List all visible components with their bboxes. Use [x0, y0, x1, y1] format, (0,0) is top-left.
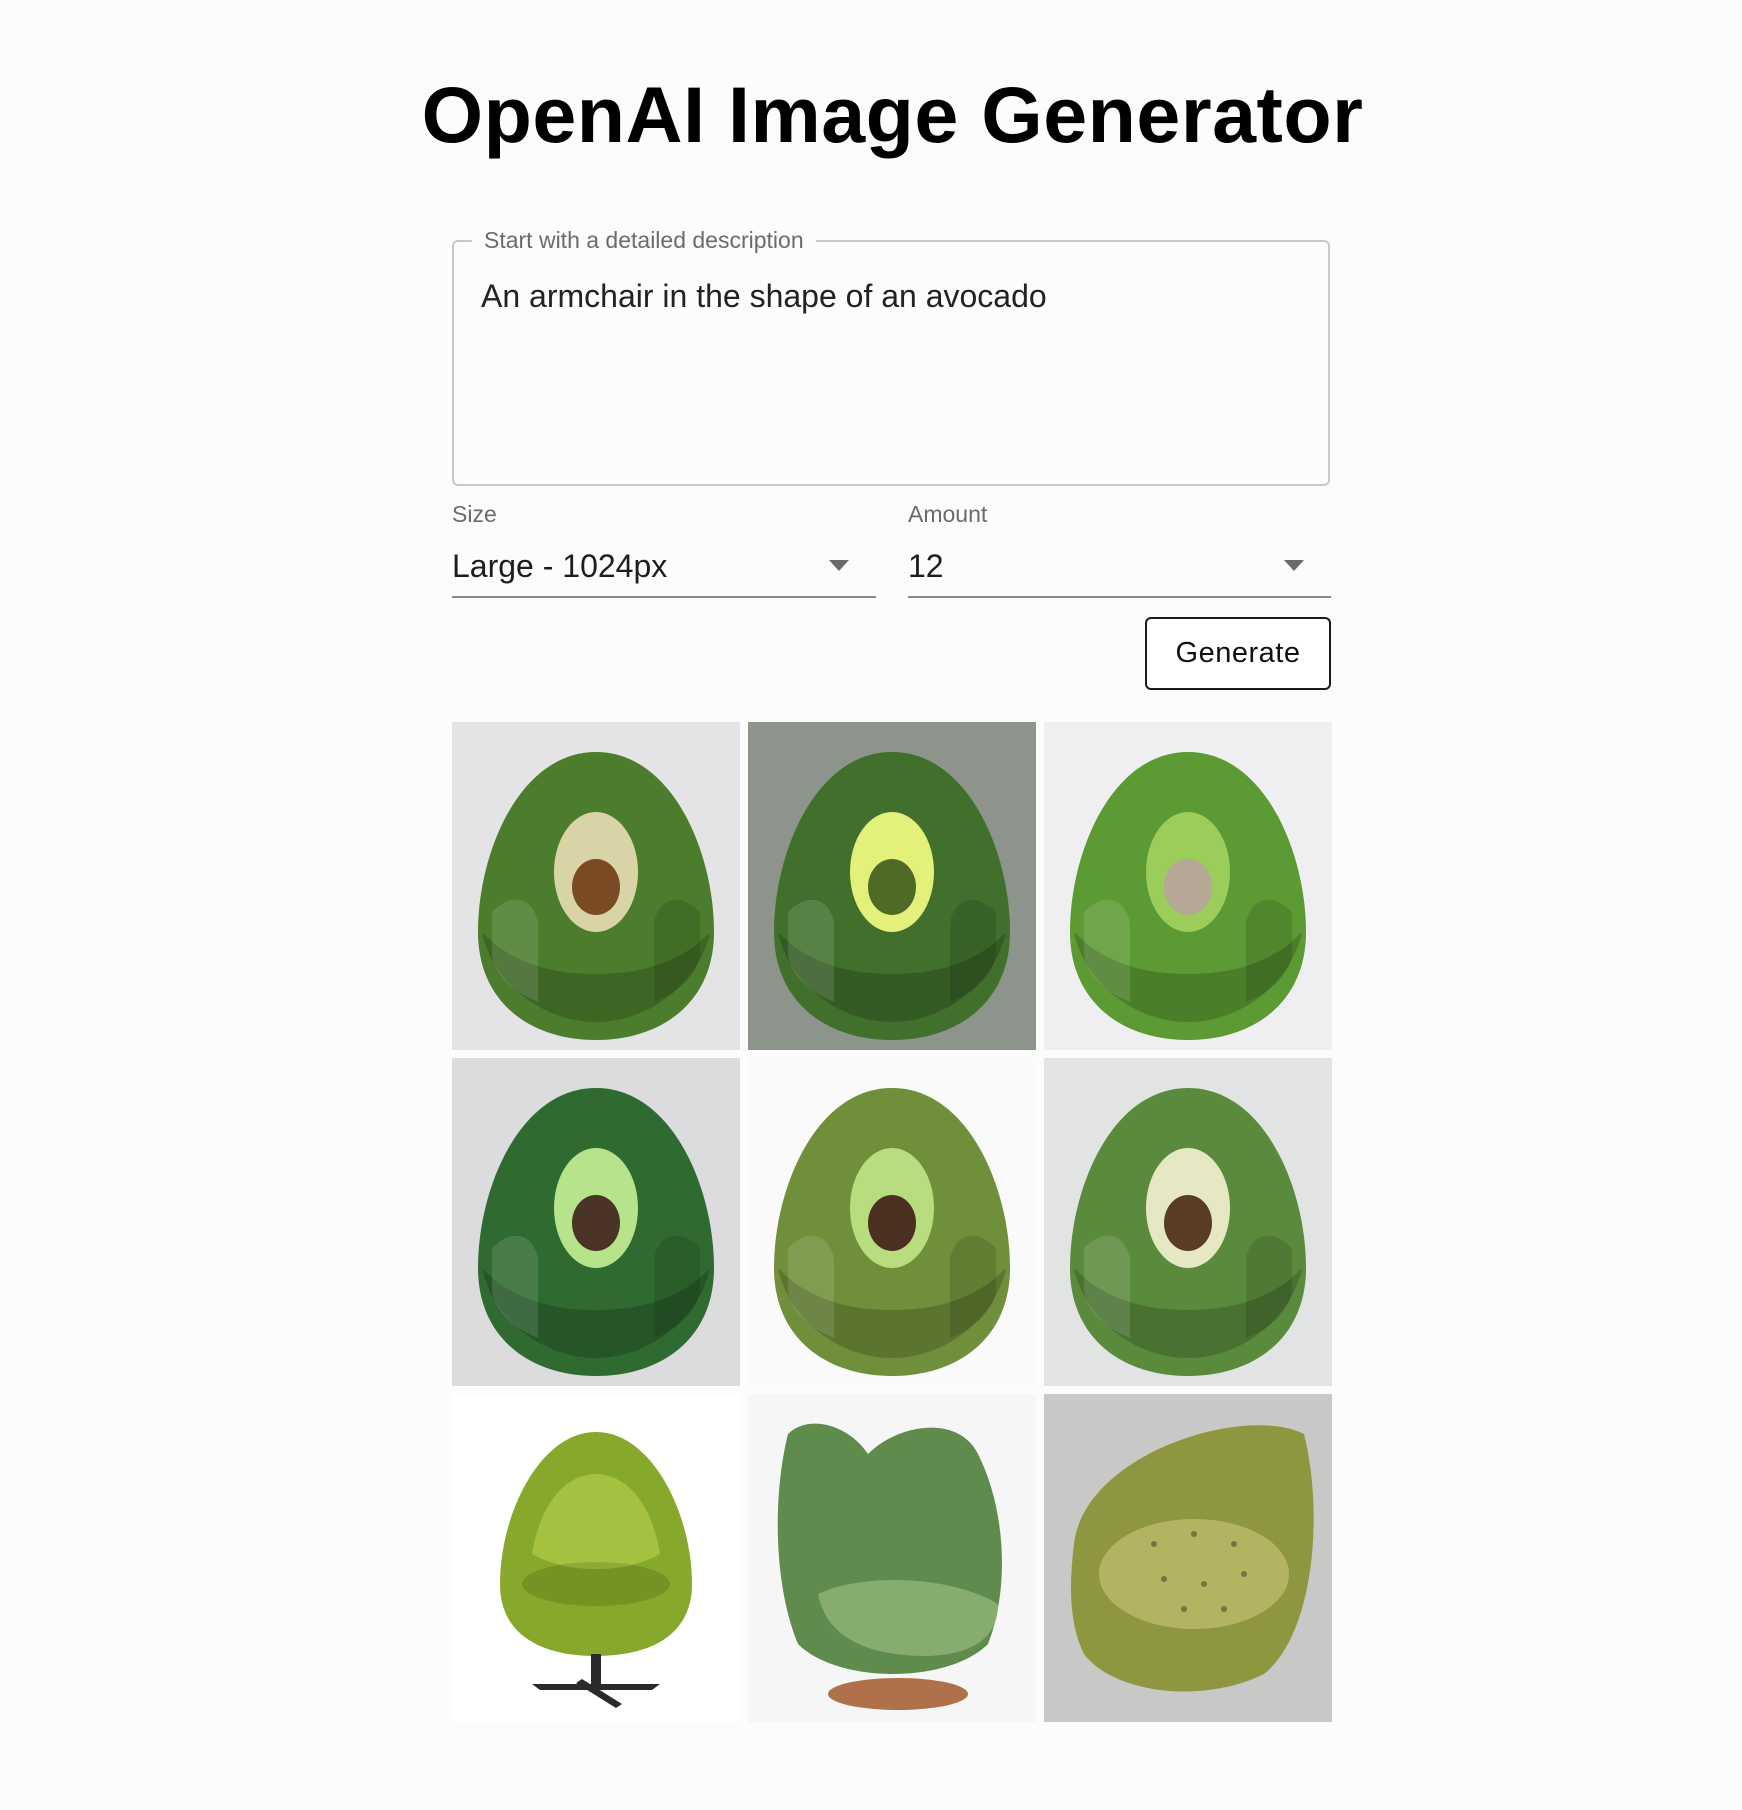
egg-armchair-image [452, 1394, 740, 1722]
page-title: OpenAI Image Generator [421, 70, 1364, 159]
avocado-armchair-image [1044, 1058, 1332, 1386]
wingback-armchair-image [748, 1394, 1036, 1722]
avocado-armchair-image [452, 1058, 740, 1386]
result-image[interactable] [1044, 722, 1332, 1050]
avocado-armchair-image [748, 1058, 1036, 1386]
size-dropdown[interactable]: Large - 1024px [452, 542, 876, 598]
size-select[interactable]: Size Large - 1024px [452, 500, 876, 598]
prompt-input[interactable]: An armchair in the shape of an avocado [481, 276, 1308, 456]
chevron-down-icon[interactable] [829, 560, 849, 571]
size-value: Large - 1024px [452, 548, 668, 584]
chevron-down-icon[interactable] [1284, 560, 1304, 571]
tufted-armchair-image [1044, 1394, 1332, 1722]
avocado-armchair-image [452, 722, 740, 1050]
size-label: Size [452, 501, 497, 527]
result-image[interactable] [452, 1058, 740, 1386]
prompt-field[interactable]: Start with a detailed description An arm… [452, 224, 1330, 486]
result-image[interactable] [1044, 1394, 1332, 1722]
result-image[interactable] [1044, 1058, 1332, 1386]
prompt-label: Start with a detailed description [472, 224, 816, 256]
generate-button[interactable]: Generate [1145, 617, 1331, 690]
result-image[interactable] [748, 722, 1036, 1050]
result-image[interactable] [452, 1394, 740, 1722]
amount-dropdown[interactable]: 12 [908, 542, 1331, 598]
amount-value: 12 [908, 548, 944, 584]
result-image[interactable] [748, 1058, 1036, 1386]
image-results-grid [452, 722, 1332, 1722]
result-image[interactable] [748, 1394, 1036, 1722]
avocado-armchair-image [748, 722, 1036, 1050]
result-image[interactable] [452, 722, 740, 1050]
amount-label: Amount [908, 501, 988, 527]
avocado-armchair-image [1044, 722, 1332, 1050]
amount-select[interactable]: Amount 12 [908, 500, 1331, 598]
